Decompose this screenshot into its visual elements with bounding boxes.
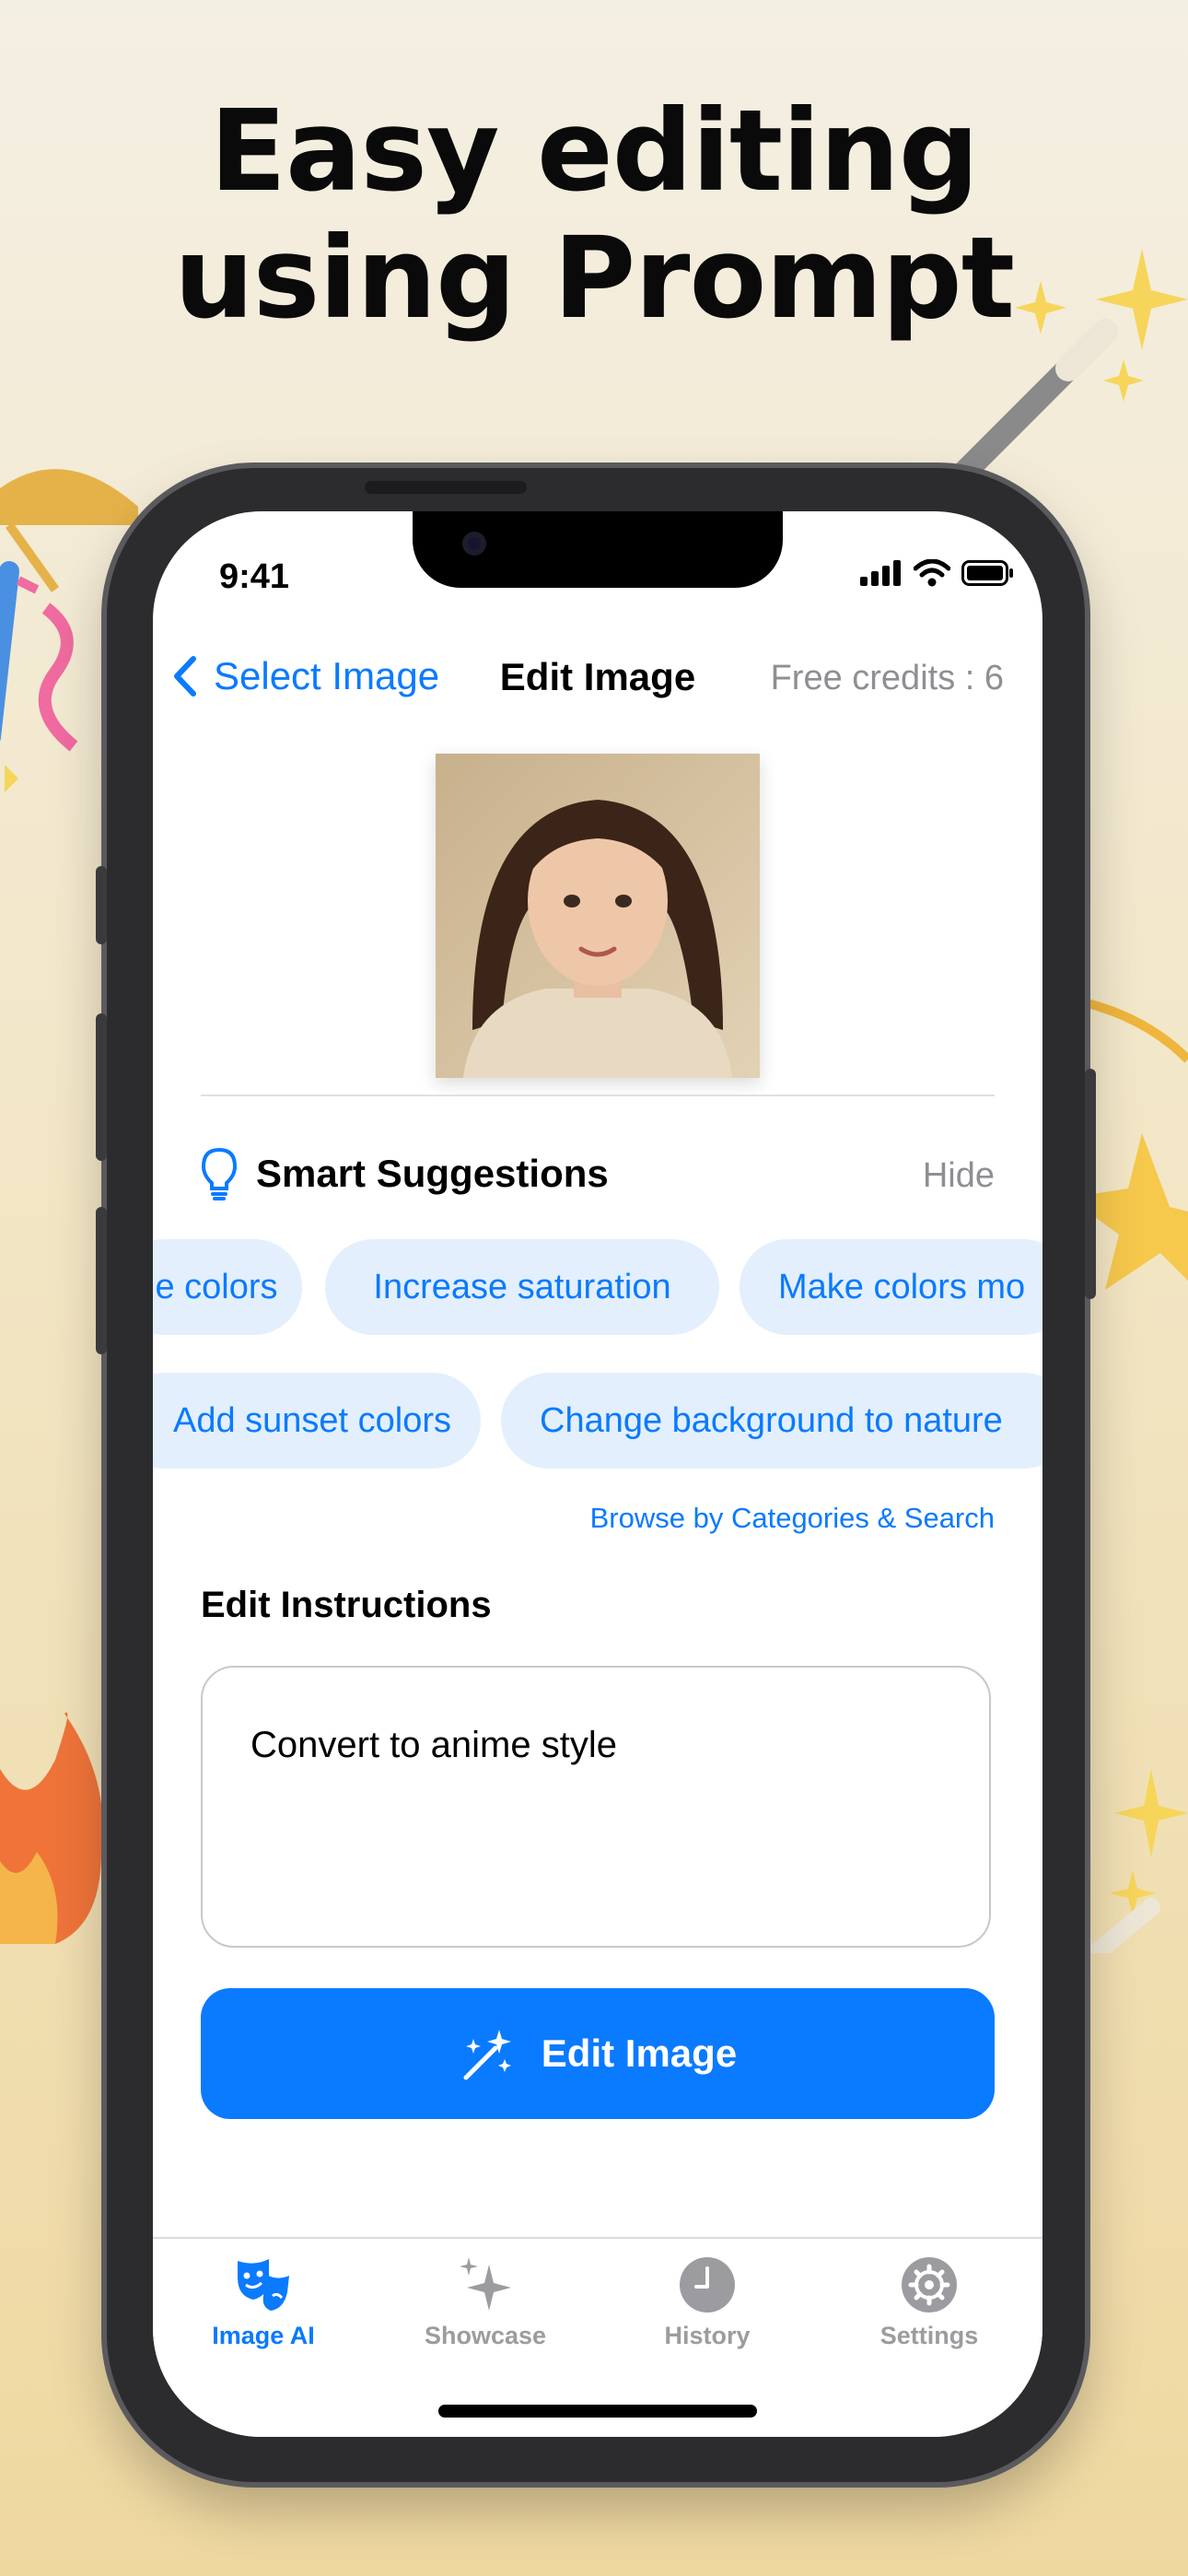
credits-counter: Free credits : 6 <box>770 659 1004 697</box>
tab-history[interactable]: History <box>615 2239 799 2368</box>
suggestion-row-2: Add sunset colors Change background to n… <box>153 1373 1042 1469</box>
edit-instructions-input[interactable]: Convert to anime style <box>201 1666 991 1948</box>
tab-showcase[interactable]: Showcase <box>393 2239 577 2368</box>
sparkles-icon <box>460 2257 511 2311</box>
browse-categories-link[interactable]: Browse by Categories & Search <box>590 1502 995 1535</box>
power-button <box>1085 1069 1096 1299</box>
notch <box>413 511 783 588</box>
tab-settings[interactable]: Settings <box>837 2239 1021 2368</box>
suggestion-chip[interactable]: Add sunset colors <box>153 1373 481 1469</box>
home-indicator <box>438 2405 757 2418</box>
battery-icon <box>961 560 1013 586</box>
edit-instructions-value: Convert to anime style <box>250 1725 617 1765</box>
status-icons <box>860 559 1015 587</box>
magic-wand-sparkles-icon <box>937 249 1188 498</box>
wifi-icon <box>914 559 950 587</box>
smart-suggestions-header: Smart Suggestions <box>201 1147 609 1200</box>
fire-icon <box>0 1712 103 1944</box>
sparkles-icon <box>1087 1769 1188 1953</box>
clock-icon <box>680 2257 735 2313</box>
edit-instructions-label: Edit Instructions <box>201 1585 492 1625</box>
tab-label: Showcase <box>424 2322 547 2349</box>
suggestion-chip[interactable]: Increase saturation <box>325 1239 719 1335</box>
headline-line-1: Easy editing <box>209 86 980 217</box>
suggestion-chip[interactable]: Change background to nature <box>501 1373 1042 1469</box>
edit-image-button[interactable]: Edit Image <box>201 1988 995 2119</box>
tab-image-ai[interactable]: Image AI <box>171 2239 355 2368</box>
app-screen: 9:41 Select Image Edit Image Free credit… <box>153 511 1042 2437</box>
magic-wand-icon <box>463 2030 511 2080</box>
selected-photo[interactable] <box>436 754 760 1078</box>
suggestion-chip[interactable]: e colors <box>153 1239 302 1335</box>
edit-image-button-label: Edit Image <box>541 2032 738 2075</box>
suggestion-row-1: e colors Increase saturation Make colors… <box>153 1239 1042 1335</box>
status-time: 9:41 <box>219 557 290 596</box>
lightbulb-icon <box>201 1147 238 1200</box>
tab-label: Settings <box>879 2322 979 2349</box>
speaker-grille <box>365 481 527 494</box>
silent-switch <box>96 866 107 944</box>
divider <box>201 1095 995 1096</box>
gear-icon <box>902 2257 957 2313</box>
smart-suggestions-title: Smart Suggestions <box>256 1152 609 1195</box>
volume-down-button <box>96 1207 107 1354</box>
tab-label: Image AI <box>212 2322 315 2349</box>
theater-masks-icon <box>238 2259 289 2311</box>
suggestion-chip[interactable]: Make colors mo <box>740 1239 1042 1335</box>
cellular-signal-icon <box>860 560 901 586</box>
front-camera <box>462 532 486 556</box>
hide-suggestions-button[interactable]: Hide <box>923 1156 995 1196</box>
volume-up-button <box>96 1013 107 1161</box>
tab-label: History <box>664 2322 751 2349</box>
